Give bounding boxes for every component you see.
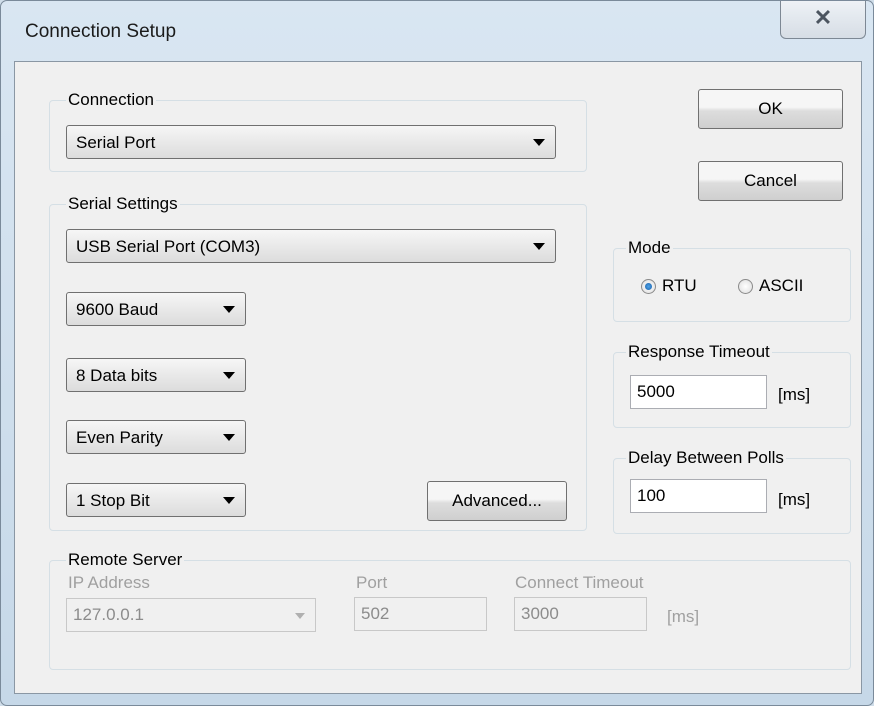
chevron-down-icon [223, 306, 235, 313]
baud-rate-value: 9600 Baud [76, 300, 159, 319]
stop-bits-dropdown[interactable]: 1 Stop Bit [66, 483, 246, 517]
connection-type-dropdown[interactable]: Serial Port [66, 125, 556, 159]
delay-polls-label: Delay Between Polls [626, 447, 786, 469]
response-timeout-unit: [ms] [778, 385, 811, 404]
chevron-down-icon [223, 497, 235, 504]
ascii-radio[interactable] [738, 279, 753, 294]
ascii-radio-label[interactable]: ASCII [759, 276, 803, 296]
response-timeout-input[interactable]: 5000 [630, 375, 767, 409]
port-label: Port [356, 573, 388, 592]
port-value: 502 [361, 604, 390, 623]
rtu-radio[interactable] [641, 279, 656, 294]
connect-timeout-label: Connect Timeout [515, 573, 644, 592]
connect-timeout-value: 3000 [521, 604, 559, 623]
serial-settings-group: Serial Settings USB Serial Port (COM3) 9… [49, 193, 587, 531]
serial-port-dropdown[interactable]: USB Serial Port (COM3) [66, 229, 556, 263]
chevron-down-icon [295, 613, 305, 619]
stop-bits-value: 1 Stop Bit [76, 491, 150, 510]
response-timeout-label: Response Timeout [626, 341, 772, 363]
connect-timeout-unit: [ms] [667, 607, 700, 626]
cancel-button[interactable]: Cancel [698, 161, 843, 201]
parity-dropdown[interactable]: Even Parity [66, 420, 246, 454]
dialog-body: Connection Serial Port Serial Settings U… [14, 61, 862, 694]
ip-address-value: 127.0.0.1 [73, 605, 144, 624]
chevron-down-icon [223, 372, 235, 379]
remote-server-label: Remote Server [66, 549, 185, 571]
remote-server-group: Remote Server IP Address 127.0.0.1 Port … [49, 549, 851, 670]
data-bits-dropdown[interactable]: 8 Data bits [66, 358, 246, 392]
connection-type-value: Serial Port [76, 133, 156, 152]
chevron-down-icon [533, 243, 545, 250]
connect-timeout-input: 3000 [514, 597, 647, 631]
mode-label: Mode [626, 237, 673, 259]
delay-polls-unit: [ms] [778, 490, 811, 509]
response-timeout-group: Response Timeout 5000 [ms] [613, 341, 851, 428]
response-timeout-value: 5000 [637, 382, 675, 401]
connection-group-label: Connection [66, 89, 157, 111]
ok-button[interactable]: OK [698, 89, 843, 129]
mode-group: Mode RTU ASCII [613, 237, 851, 322]
parity-value: Even Parity [76, 428, 163, 447]
chevron-down-icon [533, 139, 545, 146]
connection-group: Connection Serial Port [49, 89, 587, 172]
port-input: 502 [354, 597, 487, 631]
data-bits-value: 8 Data bits [76, 366, 158, 385]
ip-address-label: IP Address [68, 573, 150, 592]
close-icon: ✕ [813, 5, 833, 30]
delay-polls-group: Delay Between Polls 100 [ms] [613, 447, 851, 534]
ip-address-dropdown: 127.0.0.1 [66, 598, 316, 632]
serial-port-value: USB Serial Port (COM3) [76, 237, 261, 256]
baud-rate-dropdown[interactable]: 9600 Baud [66, 292, 246, 326]
window-title: Connection Setup [25, 21, 177, 42]
rtu-radio-label[interactable]: RTU [662, 276, 697, 296]
serial-settings-label: Serial Settings [66, 193, 180, 215]
delay-polls-input[interactable]: 100 [630, 479, 767, 513]
delay-polls-value: 100 [637, 486, 666, 505]
chevron-down-icon [223, 434, 235, 441]
advanced-button[interactable]: Advanced... [427, 481, 567, 521]
connection-setup-window: Connection Setup ✕ Connection Serial Por… [0, 0, 874, 706]
close-button[interactable]: ✕ [780, 1, 866, 39]
